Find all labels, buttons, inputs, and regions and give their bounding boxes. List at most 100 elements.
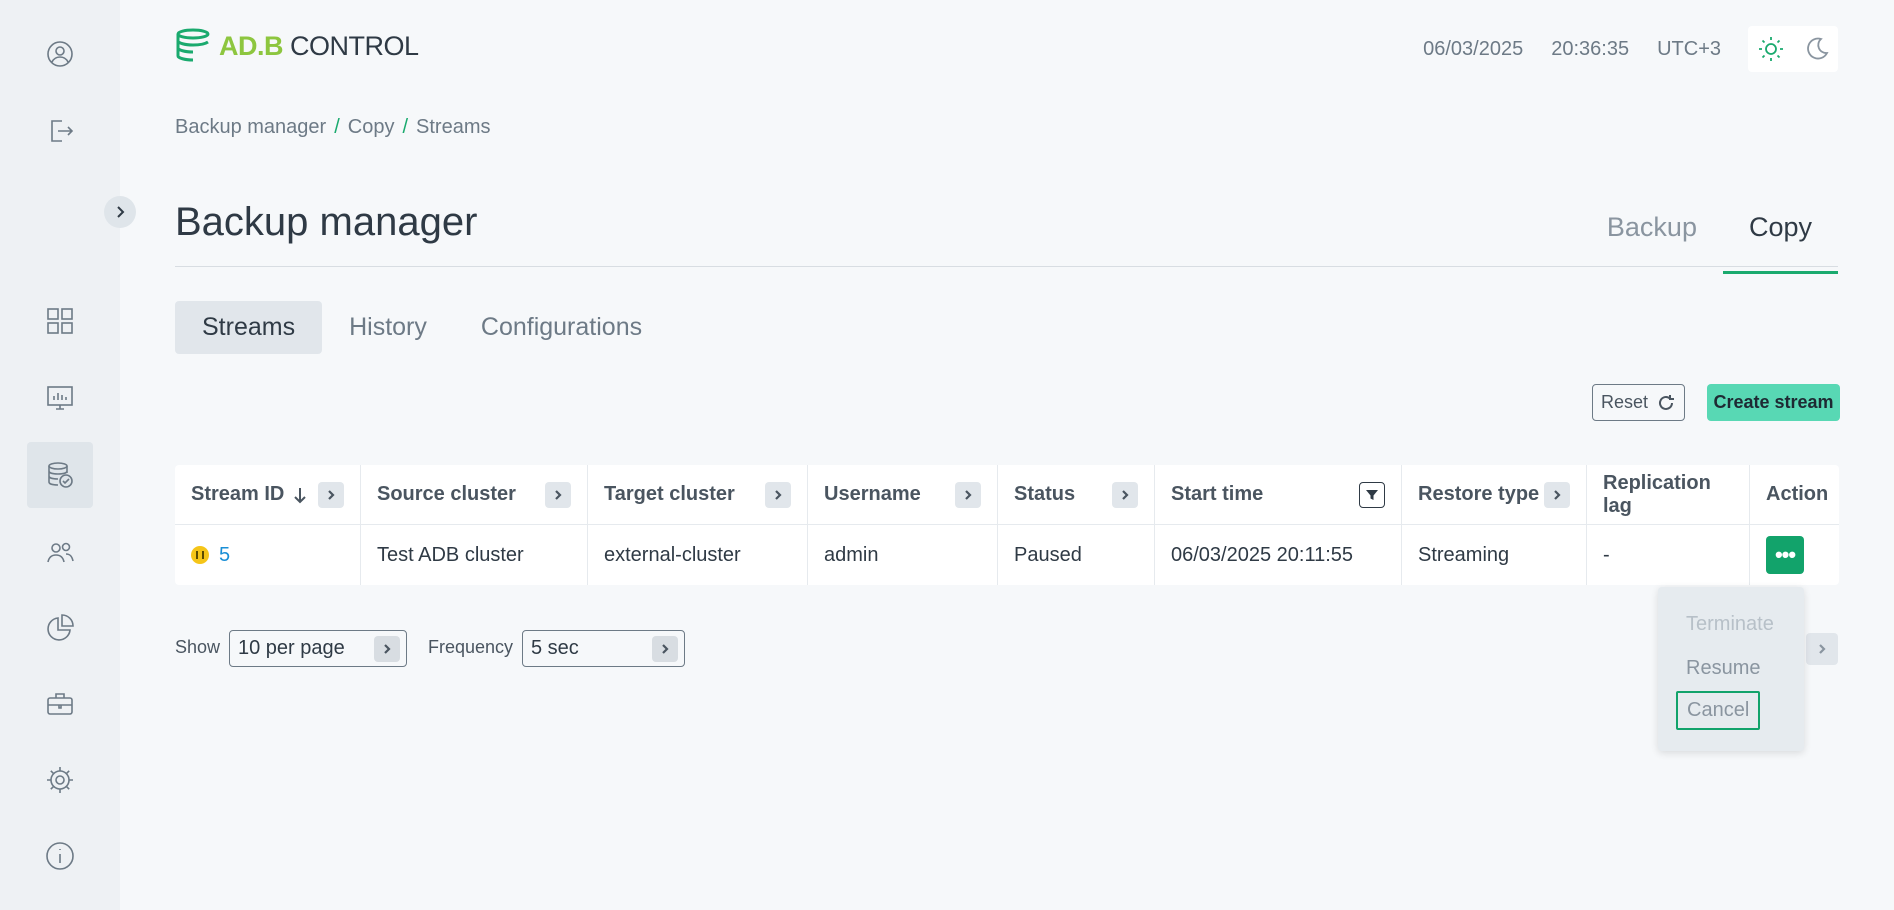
column-header-source-cluster[interactable]: Source cluster: [361, 465, 588, 524]
breadcrumb: Backup manager / Copy / Streams: [175, 116, 491, 139]
column-label: Restore type: [1418, 483, 1540, 505]
moon-icon[interactable]: [1802, 35, 1830, 63]
column-label: Status: [1014, 483, 1076, 505]
frequency-select[interactable]: 5 sec: [522, 630, 685, 667]
show-label: Show: [175, 637, 221, 657]
header-divider: [175, 266, 1838, 267]
streams-table: Stream ID Source cluster Target cluster …: [175, 465, 1839, 585]
top-tabs: Backup Copy: [1581, 200, 1838, 274]
briefcase-icon[interactable]: [27, 671, 93, 737]
tab-backup[interactable]: Backup: [1581, 200, 1723, 274]
logo-prefix: AD.B: [219, 30, 284, 61]
create-stream-button[interactable]: Create stream: [1707, 384, 1840, 421]
column-header-username[interactable]: Username: [808, 465, 998, 524]
theme-toggle[interactable]: [1748, 26, 1838, 72]
sidebar-expand-button[interactable]: [104, 196, 136, 228]
row-actions-menu: Terminate Resume Cancel: [1658, 587, 1804, 751]
column-menu-button[interactable]: [545, 481, 571, 508]
tab-history[interactable]: History: [322, 301, 454, 354]
per-page-value: 10 per page: [238, 637, 345, 659]
stream-id-link[interactable]: 5: [219, 544, 230, 567]
tab-configurations[interactable]: Configurations: [454, 301, 669, 354]
tab-streams[interactable]: Streams: [175, 301, 323, 354]
column-label: Target cluster: [604, 483, 735, 505]
frequency-label: Frequency: [428, 637, 514, 657]
column-header-replication-lag: Replication lag: [1587, 465, 1750, 524]
breadcrumb-separator: /: [334, 116, 340, 138]
cell-stream-id: 5: [175, 525, 361, 585]
reset-button[interactable]: Reset: [1592, 384, 1685, 421]
breadcrumb-item-streams: Streams: [416, 116, 491, 138]
menu-item-terminate[interactable]: Terminate: [1686, 613, 1774, 636]
cell-username: admin: [808, 525, 998, 585]
chevron-right-icon: [775, 489, 782, 500]
filter-icon[interactable]: [1359, 481, 1385, 508]
column-label: Replication lag: [1603, 471, 1711, 517]
menu-item-cancel[interactable]: Cancel: [1676, 691, 1761, 730]
column-header-start-time[interactable]: Start time: [1155, 465, 1402, 524]
reset-button-label: Reset: [1600, 392, 1649, 412]
column-header-status[interactable]: Status: [998, 465, 1155, 524]
logo-suffix: CONTROL: [290, 30, 419, 61]
column-header-target-cluster[interactable]: Target cluster: [588, 465, 808, 524]
sidebar: [0, 0, 136, 910]
sort-down-icon[interactable]: [290, 485, 310, 505]
column-header-restore-type[interactable]: Restore type: [1402, 465, 1587, 524]
column-label: Stream ID: [191, 483, 285, 505]
chevron-right-icon: [328, 489, 335, 500]
table-header: Stream ID Source cluster Target cluster …: [175, 465, 1839, 525]
chevron-right-icon: [555, 489, 562, 500]
next-page-button[interactable]: [1806, 633, 1838, 665]
breadcrumb-item-copy[interactable]: Copy: [348, 116, 395, 139]
frequency-value: 5 sec: [531, 637, 579, 659]
chevron-right-icon: [1819, 644, 1826, 654]
menu-item-resume[interactable]: Resume: [1686, 657, 1760, 680]
column-menu-button[interactable]: [765, 481, 791, 508]
column-header-stream-id[interactable]: Stream ID: [175, 465, 361, 524]
breadcrumb-item-backup-manager[interactable]: Backup manager: [175, 116, 326, 139]
chevron-right-icon: [374, 635, 400, 662]
sub-tabs: Streams History Configurations: [175, 301, 669, 354]
cell-source-cluster: Test ADB cluster: [361, 525, 588, 585]
column-header-action: Action: [1750, 465, 1839, 524]
tab-copy[interactable]: Copy: [1722, 200, 1838, 274]
row-actions-button[interactable]: •••: [1766, 536, 1804, 574]
pie-chart-icon[interactable]: [27, 595, 93, 661]
column-label: Source cluster: [377, 483, 516, 505]
header-time: 20:36:35: [1551, 38, 1630, 60]
cell-start-time: 06/03/2025 20:11:55: [1155, 525, 1402, 585]
backup-database-icon[interactable]: [27, 442, 93, 508]
cell-action: •••: [1750, 525, 1839, 585]
column-menu-button[interactable]: [318, 481, 344, 508]
logo-mark-icon: [176, 28, 210, 62]
header-timezone: UTC+3: [1657, 38, 1721, 60]
monitor-chart-icon[interactable]: [27, 365, 93, 431]
cell-restore-type: Streaming: [1402, 525, 1587, 585]
chevron-right-icon: [652, 635, 678, 662]
header-datetime: 06/03/2025 20:36:35 UTC+3: [1423, 38, 1721, 61]
chevron-right-icon: [1122, 489, 1129, 500]
gear-icon[interactable]: [27, 747, 93, 813]
column-menu-button[interactable]: [1544, 481, 1570, 508]
chevron-right-icon: [1554, 489, 1561, 500]
column-label: Action: [1766, 483, 1829, 505]
cell-replication-lag: -: [1587, 525, 1750, 585]
breadcrumb-separator: /: [402, 116, 409, 138]
column-label: Username: [824, 483, 921, 505]
table-row: 5 Test ADB cluster external-cluster admi…: [175, 525, 1839, 585]
column-menu-button[interactable]: [955, 481, 981, 508]
grid-icon[interactable]: [27, 288, 93, 354]
cell-status: Paused: [998, 525, 1155, 585]
logo: AD.B CONTROL: [175, 28, 419, 64]
column-label: Start time: [1171, 483, 1264, 505]
per-page-select[interactable]: 10 per page: [229, 630, 407, 667]
logout-icon[interactable]: [27, 98, 93, 164]
info-icon[interactable]: [27, 823, 93, 889]
chevron-right-icon: [965, 489, 972, 500]
sun-icon[interactable]: [1757, 35, 1785, 63]
page-title: Backup manager: [175, 200, 478, 244]
column-menu-button[interactable]: [1112, 481, 1138, 508]
users-icon[interactable]: [27, 520, 93, 586]
paused-status-icon: [191, 546, 209, 564]
user-circle-icon[interactable]: [27, 21, 93, 87]
